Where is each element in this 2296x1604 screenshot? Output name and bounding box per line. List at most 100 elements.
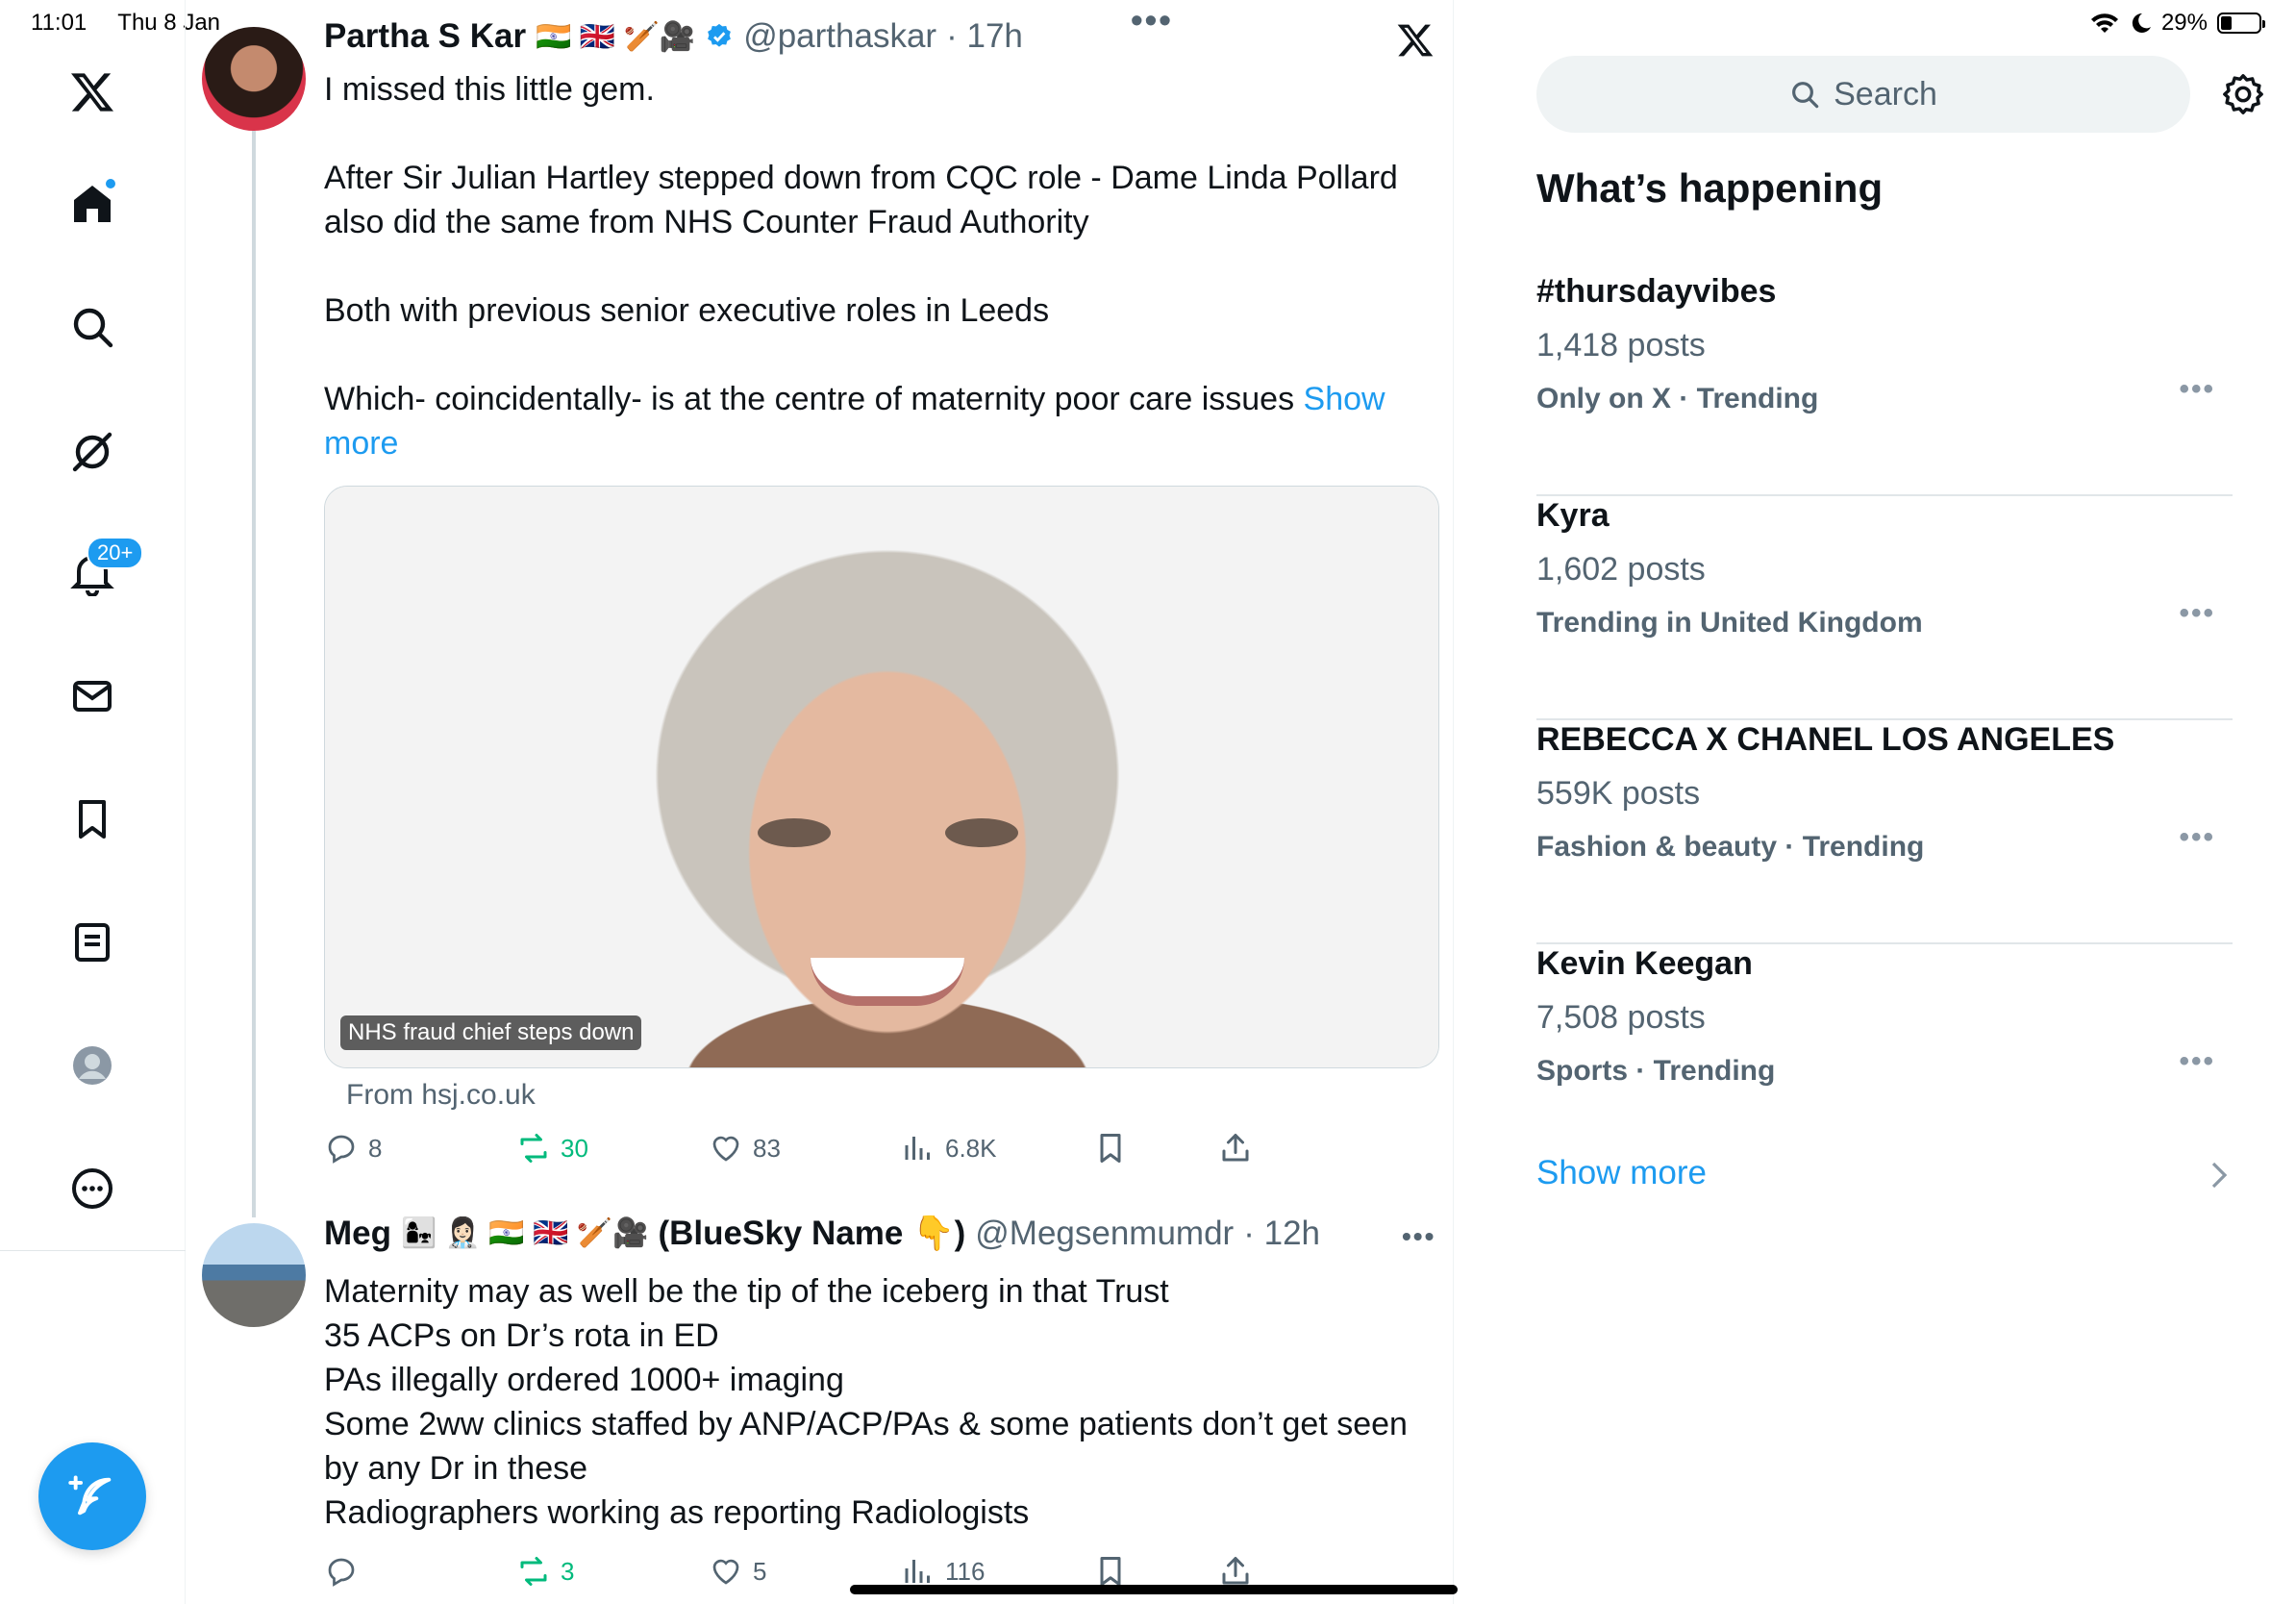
repost-icon	[520, 1557, 547, 1586]
reply-count: 8	[368, 1133, 383, 1163]
home-icon[interactable]	[54, 165, 131, 242]
trend-posts: 7,508 posts	[1536, 999, 1706, 1036]
photo-mouth	[811, 958, 964, 1006]
rail-divider	[0, 1250, 186, 1251]
trend-more-icon[interactable]: •••	[2179, 1045, 2215, 1078]
author-handle[interactable]: @Megsenmumdr	[975, 1215, 1234, 1253]
whats-happening-title: What’s happening	[1536, 165, 1884, 211]
settings-gear-icon[interactable]	[2221, 72, 2265, 116]
messages-icon[interactable]	[54, 658, 131, 735]
search-icon[interactable]	[54, 288, 131, 365]
wifi-icon	[2090, 13, 2118, 33]
battery-percent: 29%	[2160, 10, 2208, 36]
trend-item[interactable]: #thursdayvibes 1,418 posts Only on X · T…	[1536, 273, 2233, 496]
heart-icon	[712, 1136, 739, 1162]
link-card[interactable]: NHS fraud chief steps down	[324, 486, 1439, 1068]
compose-post-button[interactable]	[38, 1442, 146, 1550]
tweet-2-line: PAs illegally ordered 1000+ imaging	[324, 1362, 844, 1398]
like-button[interactable]: 5	[709, 1554, 766, 1589]
left-nav-rail: 20+	[0, 0, 186, 1604]
bookmark-button[interactable]	[1093, 1554, 1128, 1589]
post-time: · 12h	[1243, 1214, 1320, 1252]
notifications-icon[interactable]: 20+	[54, 535, 144, 612]
tweet-2-line: Radiographers working as reporting Radio…	[324, 1494, 1030, 1531]
trend-item[interactable]: Kyra 1,602 posts Trending in United King…	[1536, 497, 2233, 720]
battery-icon	[2217, 13, 2265, 34]
trend-posts: 1,418 posts	[1536, 327, 1706, 363]
reply-icon	[328, 1135, 355, 1164]
trend-item[interactable]: REBECCA X CHANEL LOS ANGELES 559K posts …	[1536, 721, 2233, 944]
tweet-2-more-dots-icon[interactable]: •••	[1402, 1221, 1435, 1252]
repost-icon	[520, 1134, 547, 1163]
share-icon	[1222, 1557, 1249, 1585]
home-unread-dot	[104, 177, 117, 190]
repost-count: 30	[561, 1133, 588, 1163]
trend-name: Kevin Keegan	[1536, 945, 1753, 982]
trend-meta: Only on X · Trending	[1536, 383, 1819, 414]
views-chart-icon	[905, 1137, 930, 1160]
tweet-2-line: 35 ACPs on Dr’s rota in ED	[324, 1317, 719, 1354]
tweet-2-line: Some 2ww clinics staffed by ANP/ACP/PAs …	[324, 1406, 1408, 1487]
moon-icon	[2132, 13, 2151, 33]
trend-more-icon[interactable]: •••	[2179, 373, 2215, 406]
like-count: 5	[753, 1556, 767, 1586]
like-count: 83	[753, 1133, 781, 1163]
x-logo-icon[interactable]	[54, 54, 131, 131]
avatar-partha[interactable]	[202, 27, 306, 131]
bookmarks-icon[interactable]	[54, 781, 131, 858]
photo-eye-right	[945, 818, 1018, 847]
tweet-1-header: Partha S Kar 🇮🇳 🇬🇧 🏏🎥 @parthaskar · 17h	[324, 17, 1023, 56]
heart-icon	[712, 1559, 739, 1585]
bookmark-button[interactable]	[1093, 1131, 1128, 1165]
share-button[interactable]	[1218, 1131, 1253, 1165]
author-handle[interactable]: @parthaskar	[743, 17, 936, 56]
tweet-1-actions: 8 30 83 6.8K	[324, 1129, 1382, 1167]
author-emojis: 👩‍👧 👩🏻‍⚕️ 🇮🇳 🇬🇧 🏏🎥	[401, 1217, 649, 1249]
feather-plus-icon	[68, 1475, 112, 1516]
reply-icon	[328, 1558, 355, 1587]
author-name[interactable]: Meg	[324, 1215, 391, 1253]
views-count: 6.8K	[945, 1133, 997, 1163]
author-name-suffix: (BlueSky Name 👇)	[658, 1215, 966, 1252]
share-button[interactable]	[1218, 1554, 1253, 1589]
card-caption: NHS fraud chief steps down	[340, 1015, 642, 1050]
more-icon[interactable]	[54, 1150, 131, 1227]
views-count: 116	[945, 1556, 986, 1586]
tweet-2-line: Maternity may as well be the tip of the …	[324, 1273, 1169, 1310]
trend-meta: Fashion & beauty · Trending	[1536, 831, 1925, 863]
home-indicator[interactable]	[850, 1585, 1458, 1594]
trend-more-icon[interactable]: •••	[2179, 821, 2215, 854]
repost-button[interactable]: 3	[516, 1554, 574, 1589]
tweet-1-text: I missed this little gem. After Sir Juli…	[324, 67, 1420, 465]
thread-connector	[252, 131, 256, 1217]
views-button[interactable]: 116	[901, 1554, 985, 1589]
like-button[interactable]: 83	[709, 1131, 781, 1165]
avatar-meg[interactable]	[202, 1223, 306, 1327]
grok-icon[interactable]	[54, 414, 131, 490]
reply-button[interactable]	[324, 1554, 368, 1589]
author-name[interactable]: Partha S Kar	[324, 17, 526, 56]
trend-name: Kyra	[1536, 497, 1610, 534]
lists-icon[interactable]	[54, 904, 131, 981]
tweet-1-line: Both with previous senior executive role…	[324, 292, 1050, 329]
bookmark-icon	[1100, 1134, 1121, 1163]
tweet-1-line: I missed this little gem.	[324, 71, 655, 108]
views-button[interactable]: 6.8K	[901, 1131, 997, 1165]
chevron-right-icon	[2211, 1162, 2228, 1189]
post-time: · 17h	[946, 17, 1023, 55]
card-source[interactable]: From hsj.co.uk	[346, 1079, 536, 1112]
views-chart-icon	[905, 1560, 930, 1583]
tweet-1-more-dots-icon[interactable]: •••	[1131, 0, 1173, 40]
trend-item[interactable]: Kevin Keegan 7,508 posts Sports · Trendi…	[1536, 945, 2233, 1168]
repost-button[interactable]: 30	[516, 1131, 588, 1165]
trend-more-icon[interactable]: •••	[2179, 597, 2215, 630]
share-icon	[1222, 1134, 1249, 1162]
trend-posts: 559K posts	[1536, 775, 1701, 812]
trend-meta: Sports · Trending	[1536, 1055, 1776, 1087]
tweet-2-text: Maternity may as well be the tip of the …	[324, 1269, 1420, 1535]
profile-icon[interactable]	[54, 1027, 131, 1104]
notifications-badge: 20+	[87, 537, 144, 569]
search-input[interactable]: Search	[1536, 56, 2190, 133]
show-more-trends-link[interactable]: Show more	[1536, 1154, 1707, 1192]
reply-button[interactable]: 8	[324, 1131, 382, 1165]
